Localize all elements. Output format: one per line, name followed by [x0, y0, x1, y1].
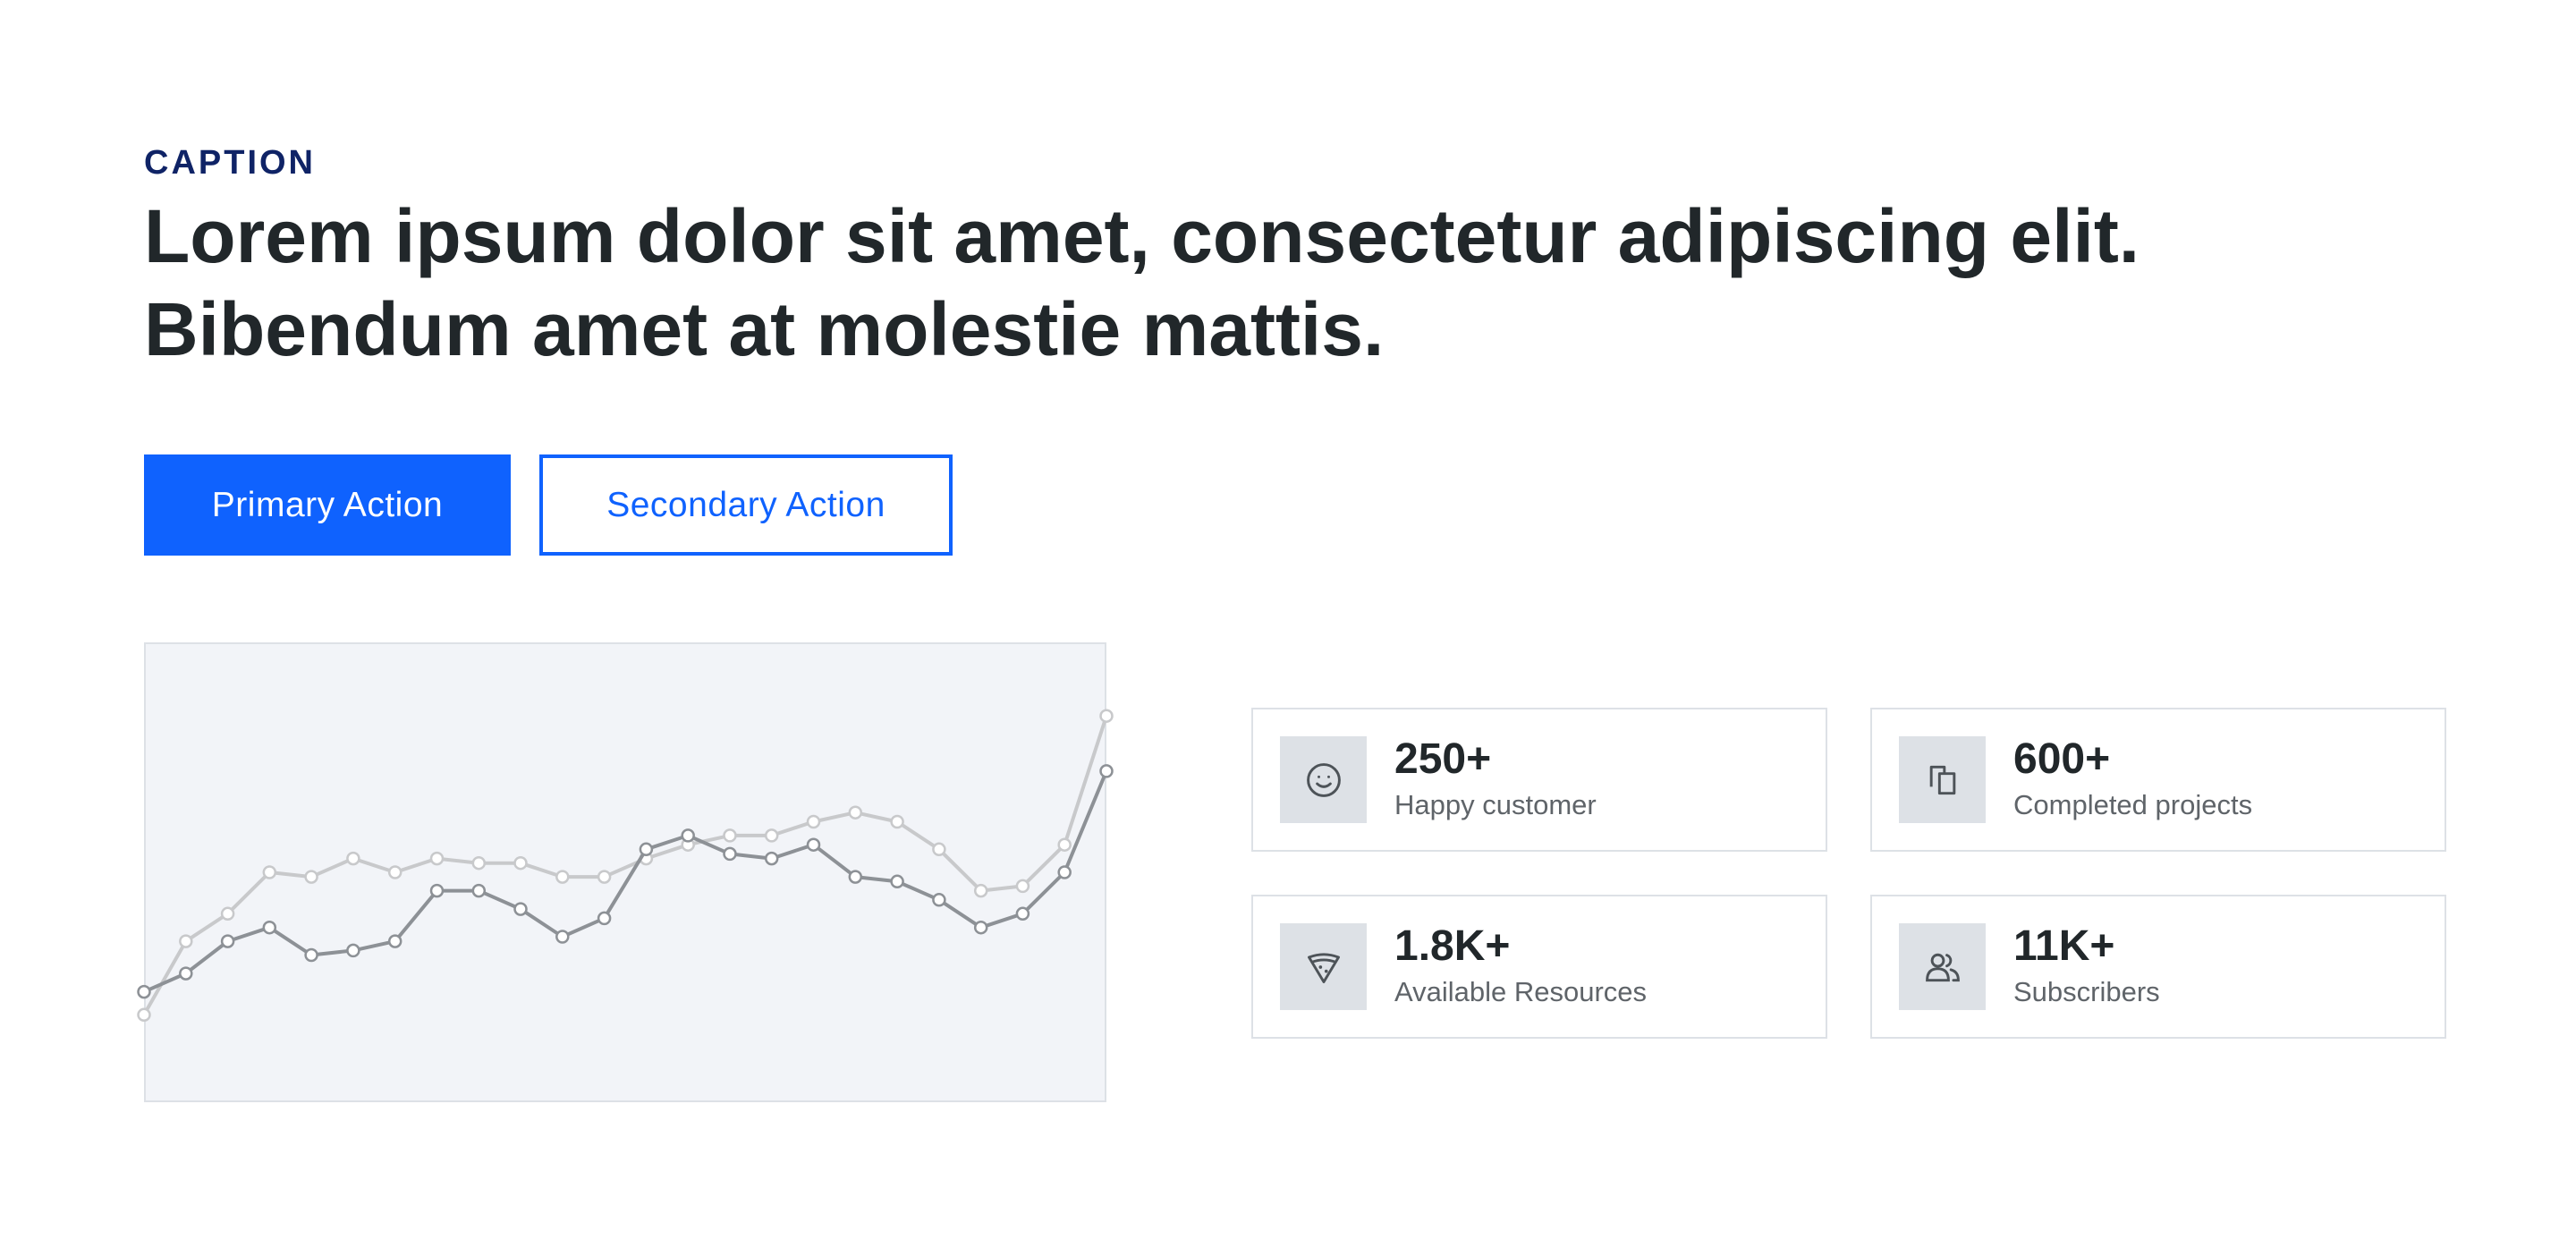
stat-icon-box [1899, 736, 1986, 823]
series-2-point [1099, 709, 1114, 723]
series-1-point [179, 966, 193, 981]
series-1-point [1015, 906, 1030, 922]
stat-card-happy-customer: 250+ Happy customer [1251, 708, 1827, 852]
series-2-point [848, 805, 863, 820]
stat-value: 250+ [1394, 735, 1492, 783]
series-2-point [597, 870, 612, 884]
series-2-point [1057, 837, 1072, 852]
users-icon [1925, 953, 1960, 981]
stat-card-subscribers: 11K+ Subscribers [1870, 895, 2446, 1039]
series-1-point [723, 846, 737, 862]
stat-value: 600+ [2013, 735, 2111, 783]
stat-value: 11K+ [2013, 922, 2115, 970]
smiley-icon [1306, 762, 1341, 797]
series-1-point [471, 883, 487, 898]
series-2-point [387, 865, 402, 879]
series-2-point [723, 828, 737, 843]
primary-action-button[interactable]: Primary Action [144, 454, 511, 556]
series-1-point [597, 911, 612, 926]
stat-label: Available Resources [1394, 976, 1648, 1007]
headline-line-2: Bibendum amet at molestie mattis. [144, 287, 1385, 371]
series-2-point [346, 851, 360, 866]
headline: Lorem ipsum dolor sit amet, consectetur … [144, 190, 2291, 376]
series-1-point [555, 930, 570, 944]
stat-label: Completed projects [2013, 789, 2253, 820]
series-2-point [1015, 879, 1030, 894]
stat-label: Happy customer [1394, 789, 1597, 820]
series-2-point [513, 855, 528, 871]
series-2-point [262, 865, 277, 879]
secondary-action-button[interactable]: Secondary Action [539, 454, 953, 556]
series-1-point [973, 920, 988, 935]
series-1-point [848, 870, 863, 884]
series-1-point [137, 984, 151, 999]
series-2-point [429, 851, 445, 866]
series-1-point [764, 851, 779, 866]
stat-icon-box [1280, 736, 1367, 823]
series-1-point [387, 934, 402, 948]
series-1-point [932, 893, 946, 907]
series-2-point [973, 883, 988, 898]
series-1-point [1057, 865, 1072, 879]
line-chart-plot [137, 709, 1114, 1023]
series-1-point [346, 943, 360, 958]
series-1-line [143, 770, 1108, 994]
series-1-point [806, 837, 821, 852]
series-2-point [179, 934, 193, 948]
copy-icon [1929, 765, 1955, 794]
series-1-point [220, 934, 235, 948]
series-2-line [142, 715, 1108, 1016]
series-2-point [890, 814, 904, 829]
stat-icon-box [1280, 923, 1367, 1010]
line-chart [137, 642, 1114, 1102]
series-1-point [1099, 764, 1114, 778]
headline-line-1: Lorem ipsum dolor sit amet, consectetur … [144, 194, 2140, 278]
caption: CAPTION [144, 144, 316, 182]
stat-icon-box [1899, 923, 1986, 1010]
series-1-point [262, 920, 277, 935]
series-2-point [304, 870, 318, 884]
series-1-point [429, 883, 445, 898]
pizza-icon [1307, 952, 1340, 983]
series-2-point [555, 870, 570, 884]
stat-card-completed-projects: 600+ Completed projects [1870, 708, 2446, 852]
series-1-point [681, 828, 695, 843]
series-1-point [890, 874, 904, 889]
series-2-point [471, 855, 487, 871]
stat-label: Subscribers [2013, 976, 2160, 1007]
stat-card-available-resources: 1.8K+ Available Resources [1251, 895, 1827, 1039]
series-1-point [639, 842, 654, 857]
series-1-point [304, 947, 318, 963]
stat-value: 1.8K+ [1394, 922, 1511, 970]
series-2-point [806, 814, 821, 829]
series-1-point [513, 902, 528, 916]
series-2-point [764, 828, 779, 843]
series-2-point [220, 906, 235, 922]
series-2-point [932, 842, 946, 857]
series-2-point [137, 1007, 151, 1023]
